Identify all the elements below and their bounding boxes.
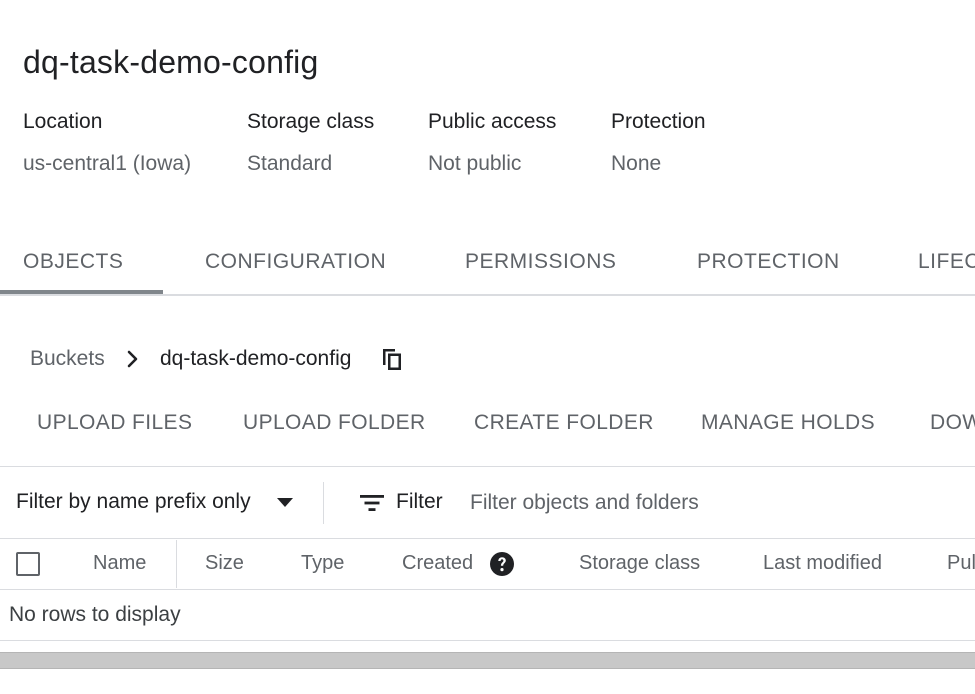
help-icon[interactable] — [489, 551, 515, 577]
upload-folder-button[interactable]: UPLOAD FOLDER — [243, 411, 426, 435]
tabs-divider — [0, 294, 975, 296]
copy-icon[interactable] — [380, 346, 404, 372]
download-button[interactable]: DOW — [930, 411, 975, 435]
tab-configuration[interactable]: CONFIGURATION — [205, 250, 386, 274]
public-access-value: Not public — [428, 152, 522, 175]
table-header-top-border — [0, 538, 975, 539]
page-title: dq-task-demo-config — [23, 44, 319, 80]
table-header-bottom-border — [0, 589, 975, 590]
location-label: Location — [23, 110, 103, 133]
filter-objects-input[interactable] — [462, 484, 970, 522]
public-access-label: Public access — [428, 110, 557, 133]
storage-class-value: Standard — [247, 152, 333, 175]
upload-files-button[interactable]: UPLOAD FILES — [37, 411, 192, 435]
tab-protection[interactable]: PROTECTION — [697, 250, 840, 274]
tab-permissions[interactable]: PERMISSIONS — [465, 250, 616, 274]
filter-mode-select[interactable]: Filter by name prefix only — [16, 490, 251, 514]
tab-objects[interactable]: OBJECTS — [23, 250, 123, 274]
empty-table-message: No rows to display — [9, 603, 181, 626]
column-header-last-modified[interactable]: Last modified — [763, 552, 882, 575]
select-all-checkbox[interactable] — [16, 552, 40, 576]
location-value: us-central1 (Iowa) — [23, 152, 192, 175]
horizontal-scrollbar[interactable] — [0, 652, 975, 669]
protection-label: Protection — [611, 110, 706, 133]
table-bottom-border — [0, 640, 975, 641]
manage-holds-button[interactable]: MANAGE HOLDS — [701, 411, 875, 435]
filter-divider — [323, 482, 324, 524]
column-header-type[interactable]: Type — [301, 552, 344, 575]
column-resize-handle[interactable] — [176, 540, 177, 588]
filter-bar-divider — [0, 466, 975, 467]
filter-label: Filter — [396, 490, 443, 513]
column-header-name[interactable]: Name — [93, 552, 146, 575]
protection-value: None — [611, 152, 662, 175]
caret-down-icon[interactable] — [276, 497, 294, 509]
tab-lifecycle[interactable]: LIFEC — [918, 250, 975, 274]
breadcrumb-current: dq-task-demo-config — [160, 347, 352, 370]
column-header-size[interactable]: Size — [205, 552, 244, 575]
create-folder-button[interactable]: CREATE FOLDER — [474, 411, 654, 435]
filter-list-icon — [360, 495, 384, 511]
storage-class-label: Storage class — [247, 110, 375, 133]
column-header-created[interactable]: Created — [402, 552, 473, 575]
chevron-right-icon — [127, 350, 138, 368]
column-header-public[interactable]: Pul — [947, 552, 975, 575]
column-header-storage-class[interactable]: Storage class — [579, 552, 700, 575]
breadcrumb-buckets-link[interactable]: Buckets — [30, 347, 105, 371]
